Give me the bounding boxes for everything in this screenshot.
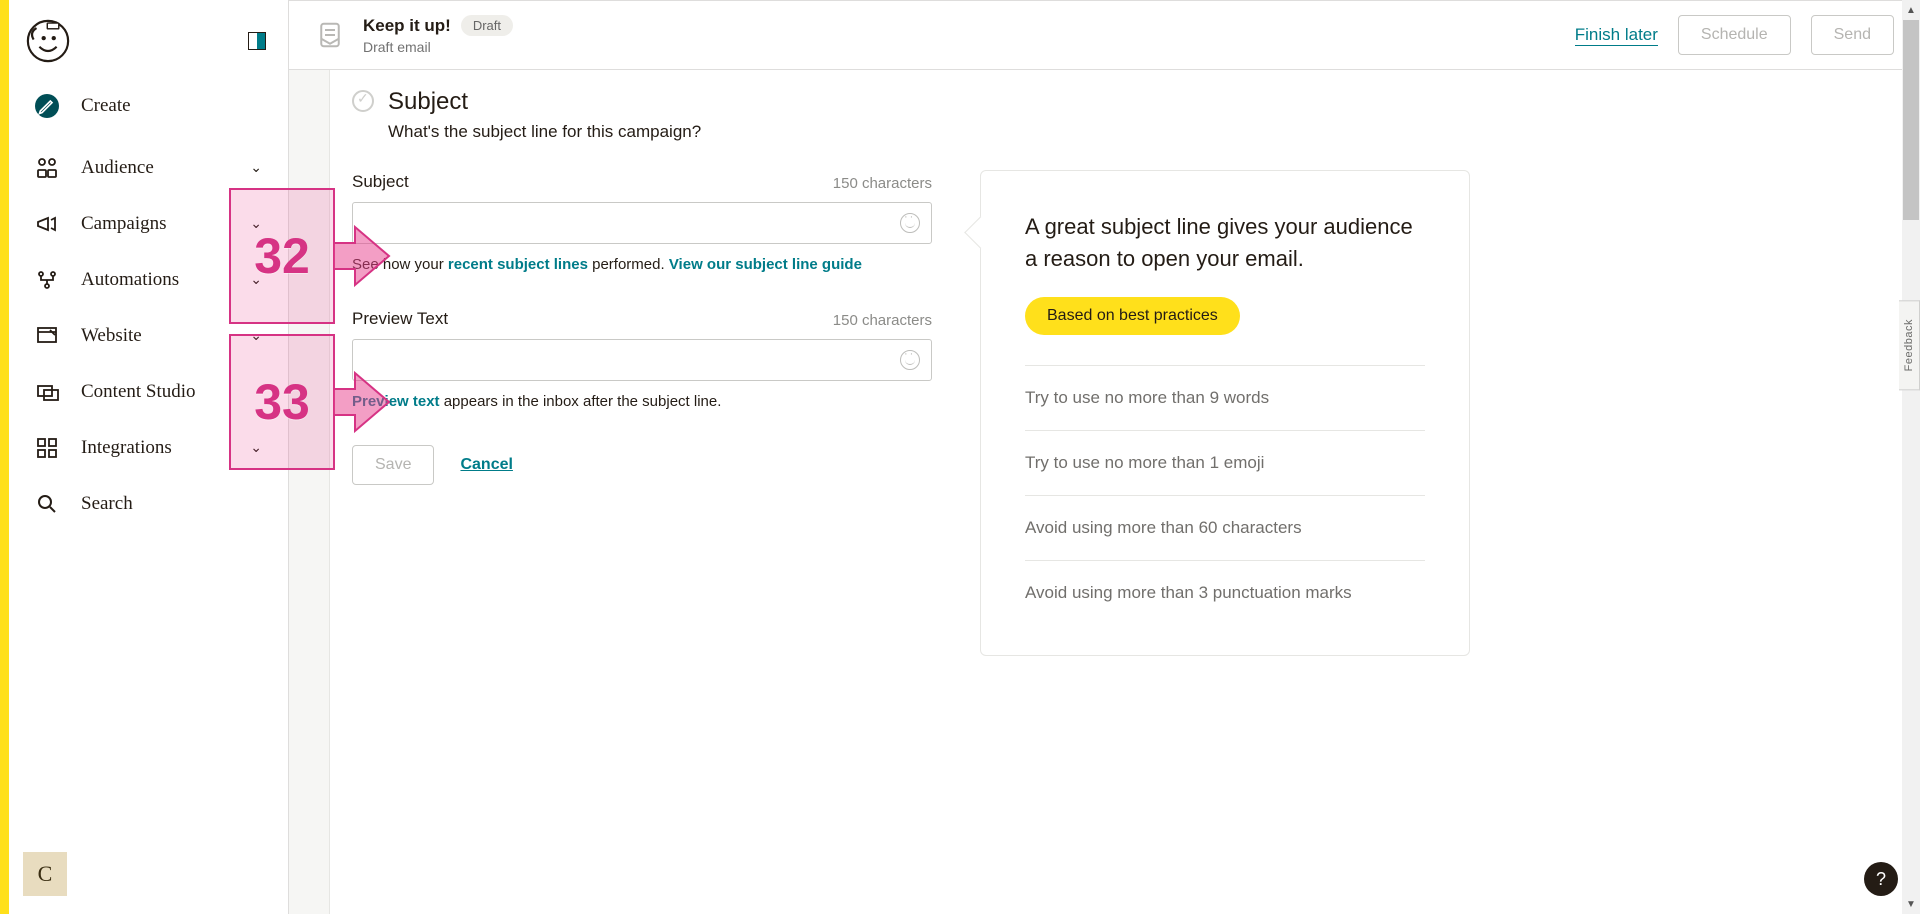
- sidebar-item-content-studio[interactable]: Content Studio: [9, 364, 288, 420]
- emoji-picker-icon[interactable]: [900, 213, 920, 233]
- tip-row: Try to use no more than 9 words: [1025, 365, 1425, 430]
- nav-label: Search: [81, 493, 133, 515]
- subject-char-counter: 150 characters: [833, 175, 932, 192]
- chevron-down-icon: ⌄: [250, 160, 262, 177]
- preview-text-label: Preview Text: [352, 309, 448, 329]
- subject-field-block: Subject 150 characters See how your rece…: [352, 172, 932, 277]
- draft-doc-icon: [315, 20, 345, 50]
- avatar-letter: C: [38, 861, 53, 887]
- megaphone-icon: [35, 212, 59, 236]
- tips-headline: A great subject line gives your audience…: [1025, 211, 1425, 275]
- pencil-icon: [35, 94, 59, 118]
- search-icon: [35, 492, 59, 516]
- nav-label: Automations: [81, 269, 179, 291]
- nav-label: Website: [81, 325, 142, 347]
- feedback-tab[interactable]: Feedback: [1899, 300, 1920, 390]
- send-button[interactable]: Send: [1811, 15, 1894, 55]
- scroll-down-arrow-icon[interactable]: ▼: [1902, 894, 1920, 914]
- chevron-down-icon: ⌄: [250, 272, 262, 289]
- section-subtitle: What's the subject line for this campaig…: [388, 122, 932, 142]
- scroll-up-arrow-icon[interactable]: ▲: [1902, 0, 1920, 20]
- nav-label: Campaigns: [81, 213, 167, 235]
- chevron-down-icon: ⌄: [250, 216, 262, 233]
- help-button[interactable]: ?: [1864, 862, 1898, 896]
- sidebar-item-website[interactable]: Website ⌄: [9, 308, 288, 364]
- account-avatar[interactable]: C: [23, 852, 67, 896]
- sidebar-item-create[interactable]: Create: [9, 88, 288, 140]
- website-icon: [35, 324, 59, 348]
- section-title: Subject: [388, 88, 468, 116]
- mailchimp-logo-icon[interactable]: [25, 18, 71, 64]
- chevron-down-icon: ⌄: [250, 440, 262, 457]
- sidebar-item-campaigns[interactable]: Campaigns ⌄: [9, 196, 288, 252]
- preview-helper-text: Preview text appears in the inbox after …: [352, 391, 932, 414]
- integrations-icon: [35, 436, 59, 460]
- sidebar: Create Audience ⌄ Campaigns ⌄ Automation…: [9, 0, 289, 914]
- schedule-button[interactable]: Schedule: [1678, 15, 1791, 55]
- topbar: Keep it up! Draft Draft email Finish lat…: [289, 0, 1920, 70]
- campaign-title: Keep it up!: [363, 16, 451, 36]
- tips-panel: A great subject line gives your audience…: [980, 170, 1470, 656]
- preview-text-field-block: Preview Text 150 characters Preview text…: [352, 309, 932, 414]
- brand-yellow-stripe: [0, 0, 9, 914]
- nav-label: Content Studio: [81, 381, 196, 403]
- scrollbar-thumb[interactable]: [1903, 20, 1919, 220]
- sidebar-item-automations[interactable]: Automations ⌄: [9, 252, 288, 308]
- nav-label: Integrations: [81, 437, 172, 459]
- chevron-down-icon: ⌄: [250, 328, 262, 345]
- recent-subject-lines-link[interactable]: recent subject lines: [448, 256, 588, 273]
- nav-label: Audience: [81, 157, 154, 179]
- sidebar-item-integrations[interactable]: Integrations ⌄: [9, 420, 288, 476]
- sidebar-item-audience[interactable]: Audience ⌄: [9, 140, 288, 196]
- subject-input[interactable]: [352, 202, 932, 244]
- subject-helper-text: See how your recent subject lines perfor…: [352, 254, 932, 277]
- emoji-picker-icon[interactable]: [900, 350, 920, 370]
- save-button[interactable]: Save: [352, 445, 434, 485]
- nav-label: Create: [81, 95, 131, 117]
- sidebar-collapse-icon[interactable]: [248, 32, 266, 50]
- best-practices-pill[interactable]: Based on best practices: [1025, 297, 1240, 335]
- status-pill: Draft: [461, 15, 513, 36]
- tip-row: Try to use no more than 1 emoji: [1025, 430, 1425, 495]
- subject-label: Subject: [352, 172, 409, 192]
- automations-icon: [35, 268, 59, 292]
- preview-text-link[interactable]: Preview text: [352, 393, 440, 410]
- sidebar-item-search[interactable]: Search: [9, 476, 288, 532]
- campaign-subtitle: Draft email: [363, 39, 513, 55]
- tip-row: Avoid using more than 60 characters: [1025, 495, 1425, 560]
- subject-line-guide-link[interactable]: View our subject line guide: [669, 256, 862, 273]
- preview-text-input[interactable]: [352, 339, 932, 381]
- vertical-scrollbar[interactable]: ▲ ▼: [1902, 0, 1920, 914]
- main-area: Keep it up! Draft Draft email Finish lat…: [289, 0, 1920, 914]
- finish-later-link[interactable]: Finish later: [1575, 25, 1658, 46]
- tip-row: Avoid using more than 3 punctuation mark…: [1025, 560, 1425, 625]
- section-status-icon: [352, 90, 374, 112]
- audience-icon: [35, 156, 59, 180]
- content-studio-icon: [35, 380, 59, 404]
- preview-char-counter: 150 characters: [833, 312, 932, 329]
- cancel-link[interactable]: Cancel: [460, 456, 512, 474]
